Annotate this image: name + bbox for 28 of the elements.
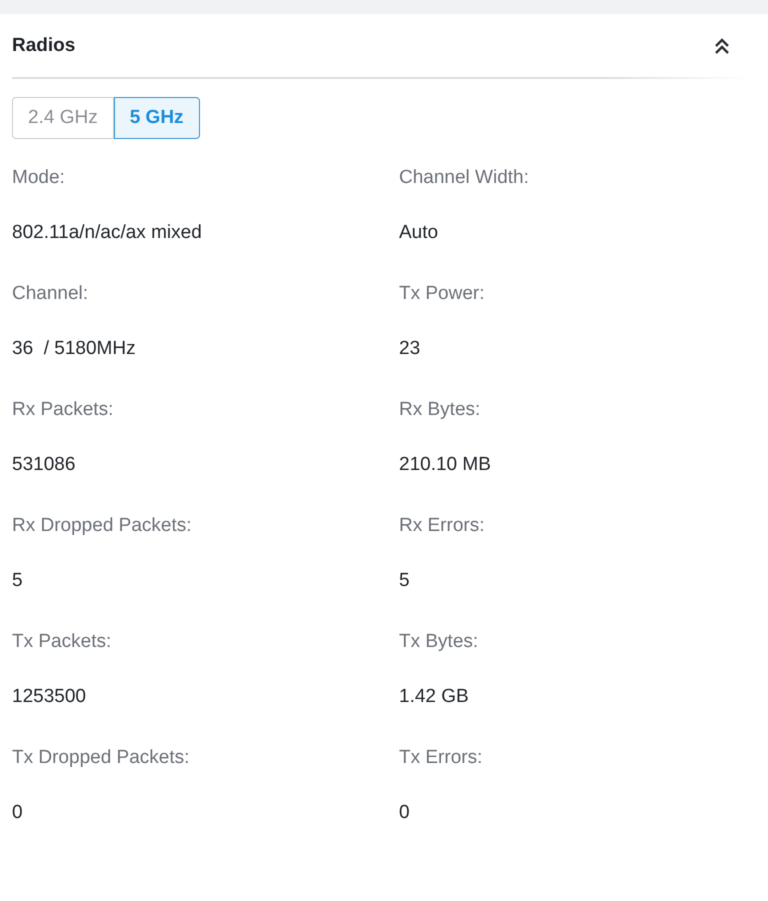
field-label: Tx Bytes: <box>399 630 480 654</box>
field-value: 531086 <box>12 453 76 477</box>
field-label: Tx Errors: <box>399 746 484 770</box>
field-label: Channel: <box>12 282 90 306</box>
field-value: 802.11a/n/ac/ax mixed <box>12 221 203 245</box>
field-value: 0 <box>12 801 24 825</box>
field-label: Channel Width: <box>399 166 530 190</box>
field-label: Rx Errors: <box>399 514 486 538</box>
field-value: 36 / 5180MHz <box>12 337 137 361</box>
field-value: Auto <box>399 221 440 245</box>
field-value: 1.42 GB <box>399 685 470 709</box>
band-tab[interactable]: 5 GHz <box>114 97 200 139</box>
field-value: 5 <box>12 569 24 593</box>
double-chevron-up-icon <box>713 36 731 54</box>
field-value: 0 <box>399 801 411 825</box>
field-label: Tx Packets: <box>12 630 112 654</box>
field-label: Rx Packets: <box>12 398 114 422</box>
field-label: Rx Bytes: <box>399 398 482 422</box>
field-label: Tx Dropped Packets: <box>12 746 190 770</box>
field-label: Tx Power: <box>399 282 486 306</box>
field-value: 210.10 MB <box>399 453 492 477</box>
field-value: 5 <box>399 569 411 593</box>
panel-title: Radios <box>12 34 76 56</box>
field-label: Rx Dropped Packets: <box>12 514 193 538</box>
band-tab[interactable]: 2.4 GHz <box>12 97 114 139</box>
field-label: Mode: <box>12 166 66 190</box>
field-value: 23 <box>399 337 422 361</box>
field-value: 1253500 <box>12 685 87 709</box>
